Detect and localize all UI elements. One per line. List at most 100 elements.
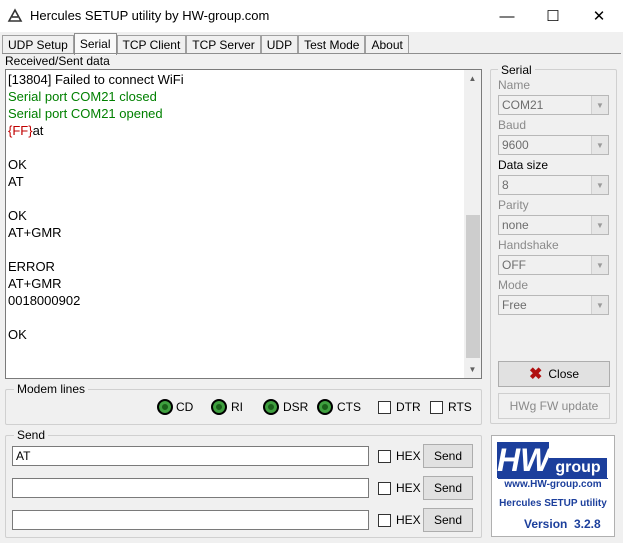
- serial-field-select[interactable]: OFF ▼: [498, 255, 609, 275]
- received-lines: [13804] Failed to connect WiFi Serial por…: [8, 71, 463, 343]
- tab-test-mode[interactable]: Test Mode: [298, 35, 366, 54]
- serial-field-select[interactable]: Free ▼: [498, 295, 609, 315]
- received-line: Serial port COM21 closed: [8, 88, 463, 105]
- received-line: ERROR: [8, 258, 463, 275]
- received-line-text: AT+GMR: [8, 276, 62, 291]
- serial-field-value: Free: [502, 298, 527, 312]
- chevron-down-icon: ▼: [591, 256, 608, 274]
- received-line: [8, 139, 463, 156]
- hex-checkbox-3[interactable]: [378, 514, 391, 527]
- serial-field-label: Name: [498, 78, 531, 92]
- app-icon: [6, 7, 24, 25]
- serial-field-value: none: [502, 218, 529, 232]
- send-button-2[interactable]: Send: [423, 476, 473, 500]
- dsr-label: DSR: [283, 400, 309, 414]
- received-line: OK: [8, 156, 463, 173]
- serial-field-label: Mode: [498, 278, 529, 292]
- received-line-text: Serial port COM21 opened: [8, 106, 163, 121]
- serial-field-label: Baud: [498, 118, 527, 132]
- rts-checkbox[interactable]: [430, 401, 443, 414]
- received-line-text: ERROR: [8, 259, 55, 274]
- minimize-icon: —: [499, 7, 515, 25]
- scroll-up-icon[interactable]: ▲: [464, 70, 481, 87]
- received-line-text: AT: [8, 174, 24, 189]
- received-line-prefix: {FF}: [8, 123, 33, 138]
- received-label: Received/Sent data: [5, 54, 110, 68]
- close-port-icon: ✖: [528, 366, 543, 383]
- hwg-fw-update-button[interactable]: HWg FW update: [498, 393, 610, 419]
- send-button-1[interactable]: Send: [423, 444, 473, 468]
- received-line-text: at: [32, 123, 44, 138]
- tab-serial[interactable]: Serial: [73, 33, 117, 55]
- serial-title: Serial: [498, 63, 535, 77]
- chevron-down-icon: ▼: [591, 136, 608, 154]
- window-title: Hercules SETUP utility by HW-group.com: [30, 8, 270, 23]
- received-line-text: OK: [8, 157, 27, 172]
- serial-field-select[interactable]: COM21 ▼: [498, 95, 609, 115]
- send-input-1[interactable]: [12, 446, 369, 466]
- tab-udp-setup[interactable]: UDP Setup: [2, 35, 74, 54]
- chevron-down-icon: ▼: [591, 296, 608, 314]
- hex-label-2: HEX: [396, 481, 421, 495]
- dtr-label: DTR: [396, 400, 421, 414]
- hex-label-1: HEX: [396, 449, 421, 463]
- received-line-text: OK: [8, 327, 27, 342]
- chevron-down-icon: ▼: [591, 216, 608, 234]
- hex-checkbox-1[interactable]: [378, 450, 391, 463]
- tab-about[interactable]: About: [365, 35, 409, 54]
- received-line: AT: [8, 173, 463, 190]
- serial-field-value: 9600: [502, 138, 529, 152]
- send-title: Send: [14, 428, 49, 442]
- logo-product: Hercules SETUP utility: [499, 498, 607, 509]
- tab-tcp-client[interactable]: TCP Client: [116, 35, 187, 54]
- dtr-checkbox[interactable]: [378, 401, 391, 414]
- send-input-3[interactable]: [12, 510, 369, 530]
- received-line: [8, 309, 463, 326]
- received-line: Serial port COM21 opened: [8, 105, 463, 122]
- logo-version-label: Version: [524, 517, 568, 531]
- received-line: [13804] Failed to connect WiFi: [8, 71, 463, 88]
- logo-version: 3.2.8: [574, 517, 601, 531]
- close-icon: ✕: [592, 8, 606, 25]
- received-line: OK: [8, 207, 463, 224]
- cts-label: CTS: [337, 400, 361, 414]
- hex-checkbox-2[interactable]: [378, 482, 391, 495]
- received-line-text: [13804] Failed to connect WiFi: [8, 72, 184, 87]
- received-line: AT+GMR: [8, 224, 463, 241]
- modem-lines-title: Modem lines: [14, 382, 89, 396]
- serial-field-value: OFF: [502, 258, 526, 272]
- minimize-button[interactable]: —: [484, 0, 530, 32]
- hw-brand-suffix: group: [549, 458, 607, 478]
- ri-label: RI: [231, 400, 243, 414]
- received-line: 0018000902: [8, 292, 463, 309]
- serial-field-label: Parity: [498, 198, 529, 212]
- received-line: [8, 190, 463, 207]
- close-port-button[interactable]: ✖ Close: [498, 361, 610, 387]
- maximize-button[interactable]: ☐: [530, 0, 576, 32]
- send-input-2[interactable]: [12, 478, 369, 498]
- cts-led-icon: [317, 399, 333, 415]
- serial-field-select[interactable]: 8 ▼: [498, 175, 609, 195]
- serial-field-label: Data size: [498, 158, 549, 172]
- received-line: [8, 241, 463, 258]
- hw-logo-graphic: HW group: [497, 442, 609, 478]
- serial-field-select[interactable]: 9600 ▼: [498, 135, 609, 155]
- tab-udp[interactable]: UDP: [260, 35, 299, 54]
- maximize-icon: ☐: [546, 8, 560, 25]
- close-window-button[interactable]: ✕: [576, 0, 622, 32]
- hw-brand: HW: [497, 442, 551, 478]
- serial-field-value: COM21: [502, 98, 544, 112]
- hw-group-logo[interactable]: HW group www.HW-group.com Hercules SETUP…: [491, 435, 615, 537]
- serial-field-select[interactable]: none ▼: [498, 215, 609, 235]
- tab-strip: UDP Setup Serial TCP Client TCP Server U…: [2, 32, 409, 55]
- send-button-3[interactable]: Send: [423, 508, 473, 532]
- received-line-text: Serial port COM21 closed: [8, 89, 157, 104]
- cd-led-icon: [157, 399, 173, 415]
- tab-tcp-server[interactable]: TCP Server: [186, 35, 261, 54]
- close-port-label: Close: [548, 367, 580, 381]
- chevron-down-icon: ▼: [591, 176, 608, 194]
- scroll-down-icon[interactable]: ▼: [464, 361, 481, 378]
- scroll-thumb[interactable]: [466, 215, 480, 358]
- received-line-text: AT+GMR: [8, 225, 62, 240]
- dsr-led-icon: [263, 399, 279, 415]
